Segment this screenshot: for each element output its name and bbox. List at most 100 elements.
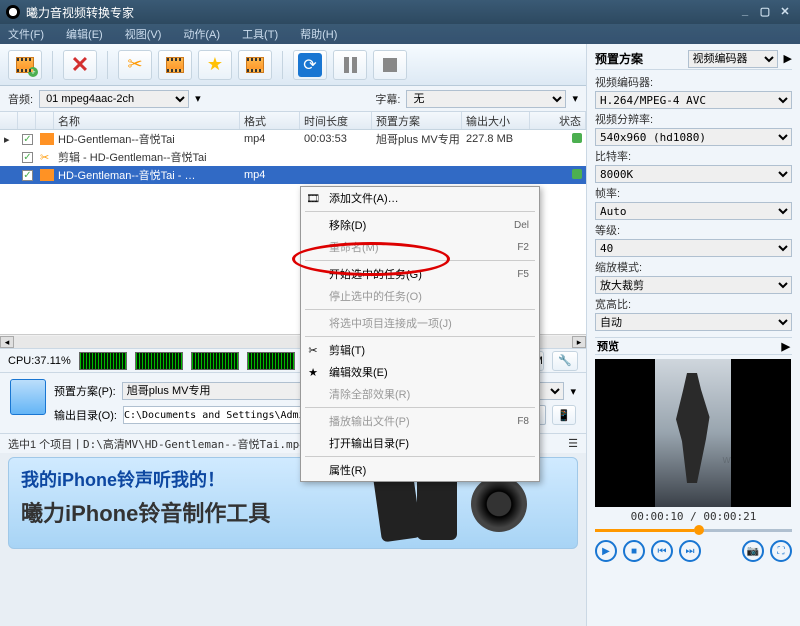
col-format[interactable]: 格式 (244, 113, 266, 129)
ctx-play-output: 播放输出文件(P)F8 (301, 410, 539, 432)
ctx-open-outdir[interactable]: 打开输出目录(F) (301, 432, 539, 454)
star-icon: ★ (207, 54, 223, 75)
scroll-right-icon[interactable]: ▸ (572, 336, 586, 348)
encoder-label: 视频编码器: (595, 74, 792, 90)
aspect-select[interactable]: 自动 (595, 313, 792, 331)
tools-button[interactable]: 🔧 (552, 351, 578, 371)
table-row[interactable]: HD-Gentleman--音悦Tai - … mp4 (0, 166, 586, 184)
checkbox-icon[interactable] (22, 134, 33, 145)
bitrate-label: 比特率: (595, 148, 792, 164)
status-selection: 选中1 个项目 (8, 436, 72, 452)
snapshot-button[interactable]: 📷 (742, 540, 764, 562)
edit-clip-button[interactable] (238, 50, 272, 80)
fps-select[interactable]: Auto (595, 202, 792, 220)
cpu-graph (79, 352, 127, 370)
col-preset[interactable]: 预置方案 (376, 113, 420, 129)
star-icon: ★ (305, 366, 321, 379)
minimize-button[interactable]: _ (736, 5, 754, 19)
cpu-label: CPU:37.11% (8, 355, 71, 367)
menu-edit[interactable]: 编辑(E) (66, 26, 103, 42)
scroll-left-icon[interactable]: ◂ (0, 336, 14, 348)
watermark: www.jb51.net (723, 454, 788, 466)
ctx-start-selected[interactable]: 开始选中的任务(G)F5 (301, 263, 539, 285)
film-icon (40, 169, 54, 181)
checkbox-icon[interactable] (22, 170, 33, 181)
x-icon: ✕ (71, 52, 89, 78)
film-icon (246, 57, 264, 73)
prev-frame-button[interactable]: ⏮ (651, 540, 673, 562)
ctx-cut[interactable]: ✂剪辑(T) (301, 339, 539, 361)
seek-slider[interactable] (595, 525, 792, 535)
speaker-icon (471, 476, 527, 532)
preview-header: 预览 (597, 338, 619, 354)
encoder-select[interactable]: H.264/MPEG-4 AVC (595, 91, 792, 109)
film-plus-icon: 🎞 (305, 192, 321, 205)
close-button[interactable]: ✕ (776, 5, 794, 19)
col-duration[interactable]: 时间长度 (304, 113, 348, 129)
pause-button[interactable] (333, 50, 367, 80)
level-select[interactable]: 40 (595, 239, 792, 257)
fullscreen-button[interactable]: ⛶ (770, 540, 792, 562)
stop-preview-button[interactable]: ■ (623, 540, 645, 562)
file-list[interactable]: ▸ HD-Gentleman--音悦Tai mp4 00:03:53 旭哥plu… (0, 130, 586, 184)
col-status[interactable]: 状态 (559, 113, 581, 129)
menu-action[interactable]: 动作(A) (183, 26, 220, 42)
device-button[interactable]: 📱 (552, 405, 576, 425)
ctx-add[interactable]: 🎞添加文件(A)… (301, 187, 539, 209)
zoom-select[interactable]: 放大裁剪 (595, 276, 792, 294)
cpu-graph (247, 352, 295, 370)
next-frame-button[interactable]: ⏭ (679, 540, 701, 562)
play-icon[interactable]: ▶ (784, 52, 792, 65)
menu-help[interactable]: 帮助(H) (300, 26, 337, 42)
scissors-icon: ✂ (40, 152, 49, 164)
zoom-label: 缩放模式: (595, 259, 792, 275)
list-icon[interactable]: ☰ (568, 437, 578, 450)
chevron-down-icon[interactable]: ▾ (570, 385, 576, 398)
play-icon[interactable]: ▶ (782, 340, 790, 353)
ctx-remove[interactable]: 移除(D)Del (301, 214, 539, 236)
play-button[interactable]: ▶ (595, 540, 617, 562)
bitrate-select[interactable]: 8000K (595, 165, 792, 183)
caption-dropdown-icon[interactable]: ▾ (572, 92, 578, 105)
ctx-join: 将选中项目连接成一项(J) (301, 312, 539, 334)
cpu-graph (135, 352, 183, 370)
stop-button[interactable] (373, 50, 407, 80)
preset-header: 预置方案 (595, 50, 643, 67)
menu-file[interactable]: 文件(F) (8, 26, 44, 42)
cut-button[interactable]: ✂ (118, 50, 152, 80)
preset-label: 预置方案(P): (54, 383, 116, 399)
app-logo-icon (6, 5, 20, 19)
maximize-button[interactable]: ▢ (756, 5, 774, 19)
preview-video[interactable] (595, 359, 791, 507)
status-path: D:\高清MV\HD-Gentleman--音悦Tai.mp4 (83, 436, 306, 452)
scissors-icon: ✂ (305, 344, 321, 357)
clip-button[interactable] (158, 50, 192, 80)
effects-button[interactable]: ★ (198, 50, 232, 80)
audio-label: 音频: (8, 91, 33, 107)
ctx-effect[interactable]: ★编辑效果(E) (301, 361, 539, 383)
convert-button[interactable]: ⟳ (293, 50, 327, 80)
checkbox-icon[interactable] (22, 152, 33, 163)
table-row[interactable]: ✂ 剪辑 - HD-Gentleman--音悦Tai (0, 148, 586, 166)
film-icon (40, 133, 54, 145)
col-size[interactable]: 输出大小 (466, 113, 510, 129)
res-label: 视频分辨率: (595, 111, 792, 127)
add-file-button[interactable]: + (8, 50, 42, 80)
level-label: 等级: (595, 222, 792, 238)
ctx-properties[interactable]: 属性(R) (301, 459, 539, 481)
pause-icon (344, 57, 357, 73)
audio-dropdown-icon[interactable]: ▾ (195, 92, 201, 105)
res-select[interactable]: 540x960 (hd1080) (595, 128, 792, 146)
table-row[interactable]: ▸ HD-Gentleman--音悦Tai mp4 00:03:53 旭哥plu… (0, 130, 586, 148)
caption-select[interactable]: 无 (406, 90, 566, 108)
status-led-icon (572, 169, 582, 179)
ctx-stop-selected: 停止选中的任务(O) (301, 285, 539, 307)
encoder-combo[interactable]: 视频编码器 (688, 50, 778, 68)
remove-button[interactable]: ✕ (63, 50, 97, 80)
window-title: 曦力音视频转换专家 (26, 4, 734, 21)
menu-tools[interactable]: 工具(T) (242, 26, 278, 42)
col-name[interactable]: 名称 (58, 113, 80, 129)
audio-select[interactable]: 01 mpeg4aac-2ch (39, 90, 189, 108)
menu-view[interactable]: 视图(V) (125, 26, 162, 42)
film-icon (166, 57, 184, 73)
